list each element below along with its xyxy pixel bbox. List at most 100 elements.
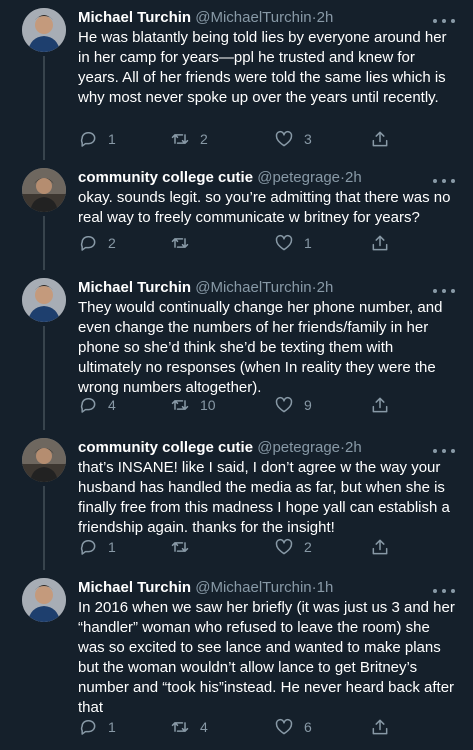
share-button[interactable]	[370, 394, 390, 416]
reply-icon	[80, 540, 96, 555]
display-name[interactable]: community college cutie	[78, 169, 253, 186]
reply-button[interactable]: 1	[78, 128, 116, 150]
like-button[interactable]: 9	[274, 394, 312, 416]
more-options-icon[interactable]	[433, 14, 455, 28]
like-count: 3	[304, 131, 312, 147]
share-button[interactable]	[370, 716, 390, 738]
display-name[interactable]: Michael Turchin	[78, 579, 191, 596]
reply-icon	[80, 236, 96, 251]
like-button[interactable]: 6	[274, 716, 312, 738]
retweet-count: 2	[200, 131, 208, 147]
reply-button[interactable]: 1	[78, 716, 116, 738]
tweet-actions: 1 4 6	[78, 716, 408, 738]
tweet-header: Michael Turchin @MichaelTurchin·2h	[78, 8, 333, 28]
user-handle[interactable]: @MichaelTurchin	[195, 9, 311, 26]
avatar[interactable]	[22, 168, 66, 212]
like-button[interactable]: 2	[274, 536, 312, 558]
tweet[interactable]: Michael Turchin @MichaelTurchin·1h In 20…	[0, 570, 473, 750]
tweet-text: that’s INSANE! like I said, I don’t agre…	[78, 459, 450, 536]
display-name[interactable]: Michael Turchin	[78, 9, 191, 26]
tweet-text: They would continually change her phone …	[78, 299, 443, 396]
reply-button[interactable]: 4	[78, 394, 116, 416]
tweet[interactable]: Michael Turchin @MichaelTurchin·2h He wa…	[0, 0, 473, 160]
reply-icon	[80, 720, 96, 735]
more-options-icon[interactable]	[433, 444, 455, 458]
timestamp[interactable]: 2h	[345, 169, 362, 186]
retweet-icon	[171, 134, 189, 144]
more-options-icon[interactable]	[433, 584, 455, 598]
user-handle[interactable]: @petegrage	[257, 169, 340, 186]
tweet-thread: Michael Turchin @MichaelTurchin·2h He wa…	[0, 0, 473, 750]
tweet-header: community college cutie @petegrage·2h	[78, 168, 362, 188]
reply-button[interactable]: 2	[78, 232, 116, 254]
retweet-button[interactable]: 4	[170, 716, 208, 738]
retweet-icon	[171, 238, 189, 248]
reply-count: 1	[108, 719, 116, 735]
thread-line	[43, 326, 45, 430]
timestamp[interactable]: 2h	[317, 9, 334, 26]
display-name[interactable]: Michael Turchin	[78, 279, 191, 296]
retweet-icon	[171, 542, 189, 552]
share-button[interactable]	[370, 536, 390, 558]
reply-button[interactable]: 1	[78, 536, 116, 558]
user-handle[interactable]: @petegrage	[257, 439, 340, 456]
thread-line	[43, 216, 45, 270]
like-count: 2	[304, 539, 312, 555]
like-icon	[275, 130, 293, 147]
tweet-text: okay. sounds legit. so you’re admitting …	[78, 189, 451, 226]
like-count: 9	[304, 397, 312, 413]
tweet-header: community college cutie @petegrage·2h	[78, 438, 362, 458]
retweet-count: 10	[200, 397, 216, 413]
retweet-count: 4	[200, 719, 208, 735]
tweet-actions: 2 1	[78, 232, 408, 254]
retweet-icon	[171, 400, 189, 410]
like-icon	[275, 718, 293, 735]
reply-count: 4	[108, 397, 116, 413]
reply-count: 1	[108, 131, 116, 147]
timestamp[interactable]: 2h	[317, 279, 334, 296]
tweet-text: In 2016 when we saw her briefly (it was …	[78, 599, 455, 716]
share-icon	[372, 397, 388, 413]
avatar[interactable]	[22, 578, 66, 622]
display-name[interactable]: community college cutie	[78, 439, 253, 456]
avatar[interactable]	[22, 438, 66, 482]
more-options-icon[interactable]	[433, 174, 455, 188]
tweet-actions: 1 2 3	[78, 128, 408, 150]
share-button[interactable]	[370, 128, 390, 150]
retweet-button[interactable]	[170, 232, 200, 254]
user-handle[interactable]: @MichaelTurchin	[195, 279, 311, 296]
retweet-button[interactable]: 2	[170, 128, 208, 150]
thread-line	[43, 486, 45, 570]
like-count: 1	[304, 235, 312, 251]
like-button[interactable]: 3	[274, 128, 312, 150]
timestamp[interactable]: 2h	[345, 439, 362, 456]
like-icon	[275, 538, 293, 555]
timestamp[interactable]: 1h	[317, 579, 334, 596]
tweet[interactable]: community college cutie @petegrage·2h th…	[0, 430, 473, 570]
reply-icon	[80, 132, 96, 147]
retweet-icon	[171, 722, 189, 732]
share-icon	[372, 235, 388, 251]
tweet-actions: 1 2	[78, 536, 408, 558]
user-handle[interactable]: @MichaelTurchin	[195, 579, 311, 596]
tweet[interactable]: Michael Turchin @MichaelTurchin·2h They …	[0, 270, 473, 430]
reply-icon	[80, 398, 96, 413]
tweet[interactable]: community college cutie @petegrage·2h ok…	[0, 160, 473, 270]
like-icon	[275, 396, 293, 413]
share-icon	[372, 719, 388, 735]
avatar[interactable]	[22, 8, 66, 52]
avatar[interactable]	[22, 278, 66, 322]
retweet-button[interactable]: 10	[170, 394, 216, 416]
share-button[interactable]	[370, 232, 390, 254]
tweet-text: He was blatantly being told lies by ever…	[78, 29, 447, 106]
more-options-icon[interactable]	[433, 284, 455, 298]
share-icon	[372, 539, 388, 555]
retweet-button[interactable]	[170, 536, 200, 558]
reply-count: 1	[108, 539, 116, 555]
tweet-header: Michael Turchin @MichaelTurchin·2h	[78, 278, 333, 298]
thread-line	[43, 56, 45, 160]
like-button[interactable]: 1	[274, 232, 312, 254]
like-count: 6	[304, 719, 312, 735]
tweet-header: Michael Turchin @MichaelTurchin·1h	[78, 578, 333, 598]
reply-count: 2	[108, 235, 116, 251]
